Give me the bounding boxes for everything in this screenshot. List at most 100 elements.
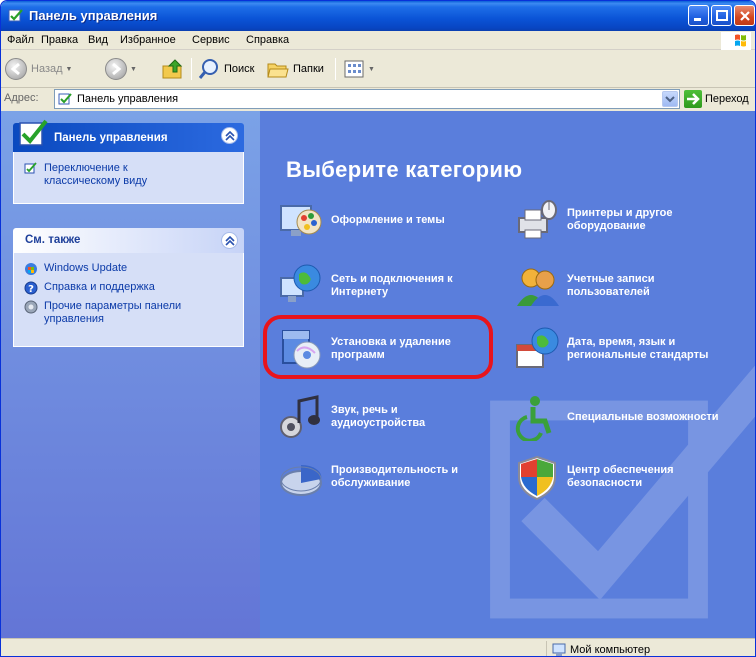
back-button[interactable]: Назад ▼ (5, 57, 72, 81)
search-label: Поиск (224, 63, 255, 75)
user-accounts-icon (513, 262, 561, 310)
security-center-icon (513, 453, 561, 501)
windows-update-label: Windows Update (44, 262, 128, 274)
windows-update-link[interactable]: Windows Update (14, 262, 243, 275)
back-arrow-icon (5, 58, 27, 80)
maximize-icon (716, 10, 728, 21)
toolbar: Назад ▼ ▼ Поиск Папки ▼ (1, 50, 755, 88)
category-label: Учетные записи пользователей (567, 273, 655, 298)
page-title: Выберите категорию (286, 157, 523, 182)
maximize-button[interactable] (711, 5, 732, 26)
category-performance-maintenance[interactable]: Производительность и обслуживание (277, 453, 458, 501)
menu-edit[interactable]: Правка (41, 34, 78, 46)
category-appearance-themes[interactable]: Оформление и темы (277, 196, 445, 244)
see-also-panel-body: Windows Update ? Справка и поддержка Про… (13, 253, 244, 347)
back-label: Назад (31, 63, 63, 75)
views-button[interactable]: ▼ (343, 57, 375, 81)
menu-bar: Файл Правка Вид Избранное Сервис Справка (1, 31, 755, 50)
control-panel-icon (58, 93, 72, 105)
network-internet-icon (277, 262, 325, 310)
category-sound-speech[interactable]: Звук, речь и аудиоустройства (277, 393, 425, 441)
menu-file[interactable]: Файл (7, 34, 34, 46)
category-label: Дата, время, язык и региональные стандар… (567, 336, 709, 361)
sound-speech-icon (277, 393, 325, 441)
collapse-button[interactable] (221, 232, 238, 249)
category-label: Специальные возможности (567, 410, 719, 423)
see-also-panel-header[interactable]: См. также (13, 228, 244, 253)
appearance-themes-icon (277, 196, 325, 244)
folders-button[interactable]: Папки (266, 57, 324, 81)
other-options-link[interactable]: Прочие параметры панели управления (14, 300, 243, 326)
views-icon (344, 60, 364, 78)
forward-arrow-icon (105, 58, 127, 80)
other-options-label: Прочие параметры панели управления (44, 300, 182, 325)
chevron-down-icon[interactable]: ▼ (66, 66, 73, 73)
see-also-panel: См. также Windows Update ? Справка и под… (13, 228, 244, 347)
printers-hardware-icon (513, 196, 561, 244)
menu-tools[interactable]: Сервис (192, 34, 230, 46)
task-pane: Панель управления Переключение к классич… (1, 111, 260, 638)
switch-classic-view-link[interactable]: Переключение к классическому виду (14, 162, 243, 188)
control-panel-panel-header[interactable]: Панель управления (13, 119, 244, 152)
date-time-language-icon (513, 325, 561, 373)
up-button[interactable] (161, 57, 185, 81)
search-icon (198, 59, 218, 79)
collapse-button[interactable] (221, 127, 238, 144)
control-panel-panel-title: Панель управления (54, 132, 168, 144)
minimize-button[interactable] (688, 5, 709, 26)
chevron-down-icon[interactable]: ▼ (130, 66, 137, 73)
status-zone: Мой компьютер (552, 643, 650, 656)
chevron-down-icon (665, 96, 675, 103)
control-panel-window: Панель управления Файл Правка Вид Избран… (0, 0, 756, 657)
my-computer-icon (552, 643, 566, 656)
category-accessibility[interactable]: Специальные возможности (513, 393, 719, 443)
address-dropdown-button[interactable] (662, 91, 678, 107)
folders-label: Папки (293, 63, 324, 75)
svg-text:?: ? (28, 284, 34, 295)
highlight-annotation (263, 315, 493, 379)
chevron-down-icon[interactable]: ▼ (368, 66, 375, 73)
performance-maintenance-icon (277, 453, 325, 501)
chevron-up-icon (225, 236, 235, 246)
category-network-internet[interactable]: Сеть и подключения к Интернету (277, 262, 453, 310)
address-input[interactable]: Панель управления (54, 89, 680, 109)
category-label: Звук, речь и аудиоустройства (331, 404, 426, 429)
address-value: Панель управления (77, 93, 179, 105)
forward-button[interactable]: ▼ (105, 57, 137, 81)
control-panel-panel: Панель управления Переключение к классич… (13, 119, 244, 204)
folder-icon (267, 63, 289, 78)
category-security-center[interactable]: Центр обеспечения безопасности (513, 453, 674, 501)
menu-view[interactable]: Вид (88, 34, 108, 46)
go-button[interactable]: Переход (684, 90, 749, 108)
menu-favorites[interactable]: Избранное (120, 34, 176, 46)
category-user-accounts[interactable]: Учетные записи пользователей (513, 262, 655, 310)
other-options-icon (24, 300, 38, 314)
status-bar: Мой компьютер (1, 638, 755, 656)
address-label: Адрес: (4, 92, 39, 104)
category-date-time-language[interactable]: Дата, время, язык и региональные стандар… (513, 325, 708, 373)
close-button[interactable] (734, 5, 755, 26)
address-bar: Адрес: Панель управления Переход (1, 88, 755, 110)
folder-up-icon (162, 59, 183, 79)
title-bar[interactable]: Панель управления (1, 1, 755, 31)
go-arrow-icon (684, 90, 702, 108)
see-also-title: См. также (25, 234, 81, 246)
help-support-link[interactable]: ? Справка и поддержка (14, 281, 243, 295)
search-button[interactable]: Поиск (197, 57, 254, 81)
menu-help[interactable]: Справка (246, 34, 289, 46)
status-divider (546, 641, 547, 656)
category-printers-hardware[interactable]: Принтеры и другое оборудование (513, 196, 672, 244)
help-icon: ? (24, 281, 38, 295)
accessibility-icon (513, 393, 561, 443)
minimize-icon (694, 18, 701, 21)
window-title: Панель управления (29, 8, 158, 23)
control-panel-panel-body: Переключение к классическому виду (13, 152, 244, 204)
windows-update-icon (25, 263, 37, 275)
category-label: Принтеры и другое оборудование (567, 207, 673, 232)
category-label: Сеть и подключения к Интернету (331, 273, 453, 298)
control-panel-icon (8, 9, 23, 22)
category-label: Центр обеспечения безопасности (567, 464, 674, 489)
chevron-up-icon (225, 131, 235, 141)
category-label: Оформление и темы (331, 213, 445, 226)
go-label: Переход (705, 93, 749, 105)
